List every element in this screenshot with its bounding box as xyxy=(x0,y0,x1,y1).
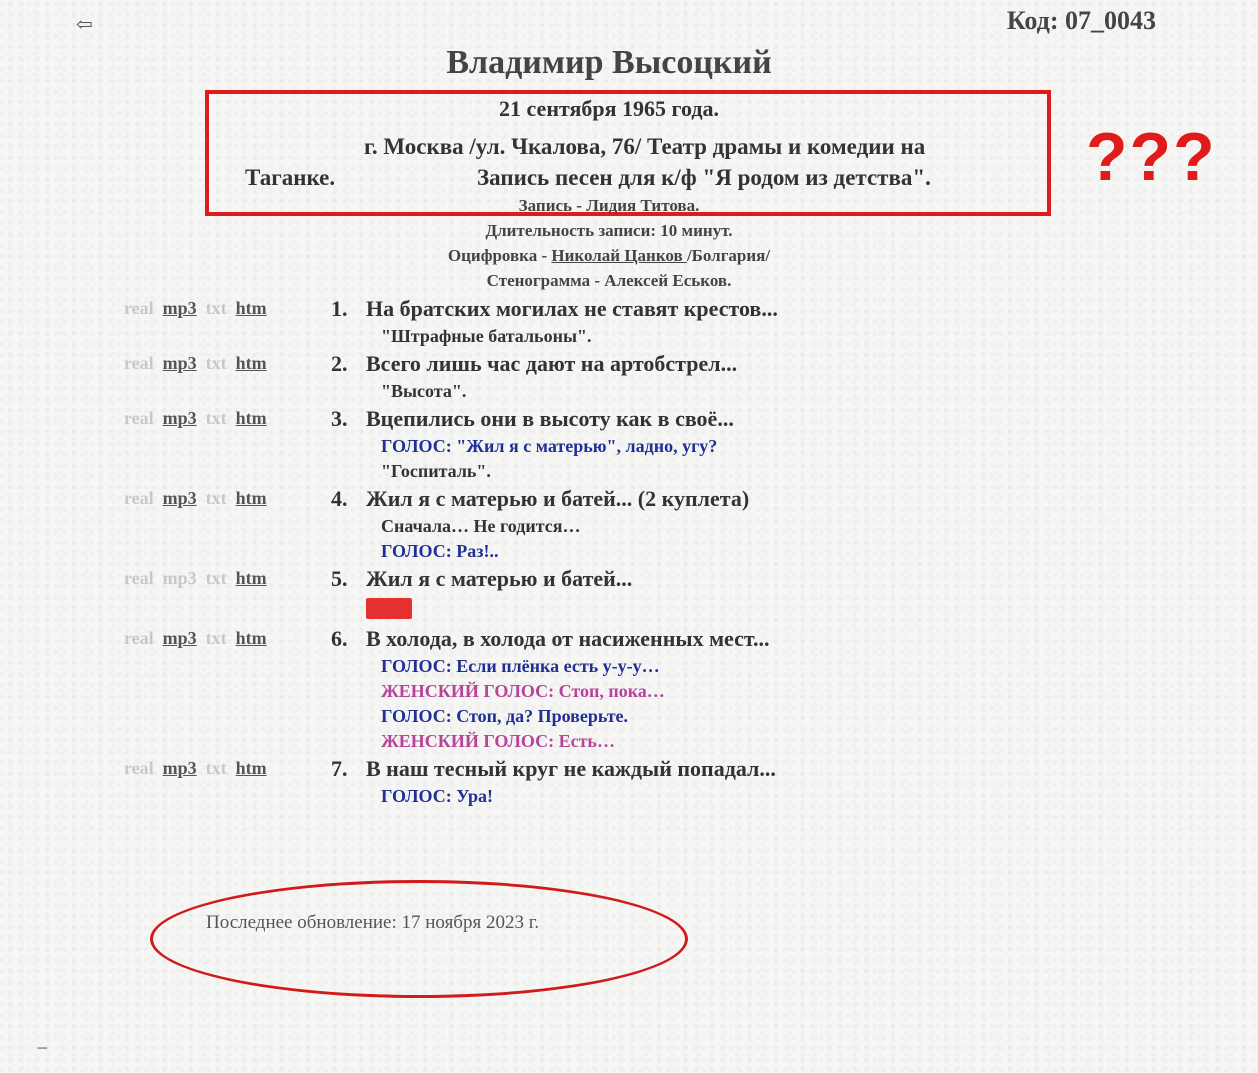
song-number: 5. xyxy=(331,566,348,591)
voice-note: ГОЛОС: Раз!.. xyxy=(381,541,499,561)
song-links: real mp3 txt htm xyxy=(124,408,276,429)
recording-date: 21 сентября 1965 года. xyxy=(499,96,719,121)
txt-link: txt xyxy=(205,488,227,508)
song-number: 4. xyxy=(331,486,348,511)
voice-note: ГОЛОС: Стоп, да? Проверьте. xyxy=(381,706,629,726)
song-title: В наш тесный круг не каждый попадал... xyxy=(366,756,776,781)
htm-link[interactable]: htm xyxy=(236,353,267,373)
female-voice-note: ЖЕНСКИЙ ГОЛОС: Есть… xyxy=(381,731,615,751)
place-line-2a: Таганке. xyxy=(245,165,336,190)
song-note: Сначала… Не годится… xyxy=(381,516,581,536)
real-link: real xyxy=(124,353,154,373)
digitization-prefix: Оцифровка - xyxy=(447,246,552,265)
mp3-link[interactable]: mp3 xyxy=(163,758,197,778)
song-title: Жил я с матерью и батей... (2 куплета) xyxy=(366,486,750,511)
song-number: 6. xyxy=(331,626,348,651)
txt-link: txt xyxy=(205,298,227,318)
recording-credit: Запись - Лидия Титова. xyxy=(518,196,700,215)
mp3-link[interactable]: mp3 xyxy=(163,353,197,373)
txt-link: txt xyxy=(205,408,227,428)
txt-link: txt xyxy=(205,568,227,588)
annotation-red-ellipse xyxy=(150,880,688,998)
htm-link[interactable]: htm xyxy=(236,408,267,428)
female-voice-note: ЖЕНСКИЙ ГОЛОС: Стоп, пока… xyxy=(381,681,665,701)
song-links: real mp3 txt htm xyxy=(124,758,276,779)
mp3-link[interactable]: mp3 xyxy=(163,298,197,318)
digitization: Оцифровка - Николай Цанков /Болгария/ xyxy=(0,246,1218,266)
voice-note: ГОЛОС: Ура! xyxy=(381,786,493,806)
song-links: real mp3 txt htm xyxy=(124,298,276,319)
htm-link[interactable]: htm xyxy=(236,628,267,648)
voice-note: ГОЛОС: "Жил я с матерью", ладно, угу? xyxy=(381,436,718,456)
real-link: real xyxy=(124,568,154,588)
real-link: real xyxy=(124,408,154,428)
real-link: real xyxy=(124,298,154,318)
mp3-link[interactable]: mp3 xyxy=(163,488,197,508)
page-title: Владимир Высоцкий xyxy=(446,44,772,81)
song-title: Вцепились они в высоту как в своё... xyxy=(366,406,734,431)
voice-note: ГОЛОС: Если плёнка есть у-у-у… xyxy=(381,656,660,676)
mp3-link[interactable]: mp3 xyxy=(163,408,197,428)
real-link: real xyxy=(124,628,154,648)
song-links: real mp3 txt htm xyxy=(124,488,276,509)
place-line-1: г. Москва /ул. Чкалова, 76/ Театр драмы … xyxy=(364,134,926,159)
digitization-name-link[interactable]: Николай Цанков xyxy=(551,246,687,265)
annotation-question-marks: ??? xyxy=(1086,119,1217,195)
place-line-2b: Запись песен для к/ф "Я родом из детства… xyxy=(477,165,931,190)
song-links: real mp3 txt htm xyxy=(124,568,276,589)
song-title: На братских могилах не ставят крестов... xyxy=(366,296,778,321)
song-number: 7. xyxy=(331,756,348,781)
song-title: Жил я с матерью и батей... xyxy=(366,566,633,591)
back-arrow-icon[interactable]: ⇦ xyxy=(76,12,93,37)
htm-link[interactable]: htm xyxy=(236,488,267,508)
htm-link[interactable]: htm xyxy=(236,758,267,778)
txt-link: txt xyxy=(205,628,227,648)
song-title: Всего лишь час дают на артобстрел... xyxy=(366,351,738,376)
song-number: 3. xyxy=(331,406,348,431)
txt-link: txt xyxy=(205,758,227,778)
song-links: real mp3 txt htm xyxy=(124,353,276,374)
duration: Длительность записи: 10 минут. xyxy=(485,221,733,240)
red-bar-marker xyxy=(366,598,412,619)
mp3-link[interactable]: mp3 xyxy=(163,628,197,648)
song-title: В холода, в холода от насиженных мест... xyxy=(366,626,770,651)
song-number: 1. xyxy=(331,296,348,321)
song-links: real mp3 txt htm xyxy=(124,628,276,649)
txt-link: txt xyxy=(205,353,227,373)
mp3-link: mp3 xyxy=(162,568,197,588)
song-note: "Госпиталь". xyxy=(381,461,491,481)
real-link: real xyxy=(124,758,154,778)
song-note: "Штрафные батальоны". xyxy=(381,326,592,346)
htm-link[interactable]: htm xyxy=(236,568,267,588)
htm-link[interactable]: htm xyxy=(236,298,267,318)
digitization-suffix: /Болгария/ xyxy=(686,246,771,265)
footer-dash: _ xyxy=(38,1030,47,1050)
code-label: Код: 07_0043 xyxy=(1006,6,1156,35)
song-note: "Высота". xyxy=(381,381,467,401)
song-number: 2. xyxy=(331,351,348,376)
transcript-credit: Стенограмма - Алексей Еськов. xyxy=(486,271,732,290)
real-link: real xyxy=(124,488,154,508)
